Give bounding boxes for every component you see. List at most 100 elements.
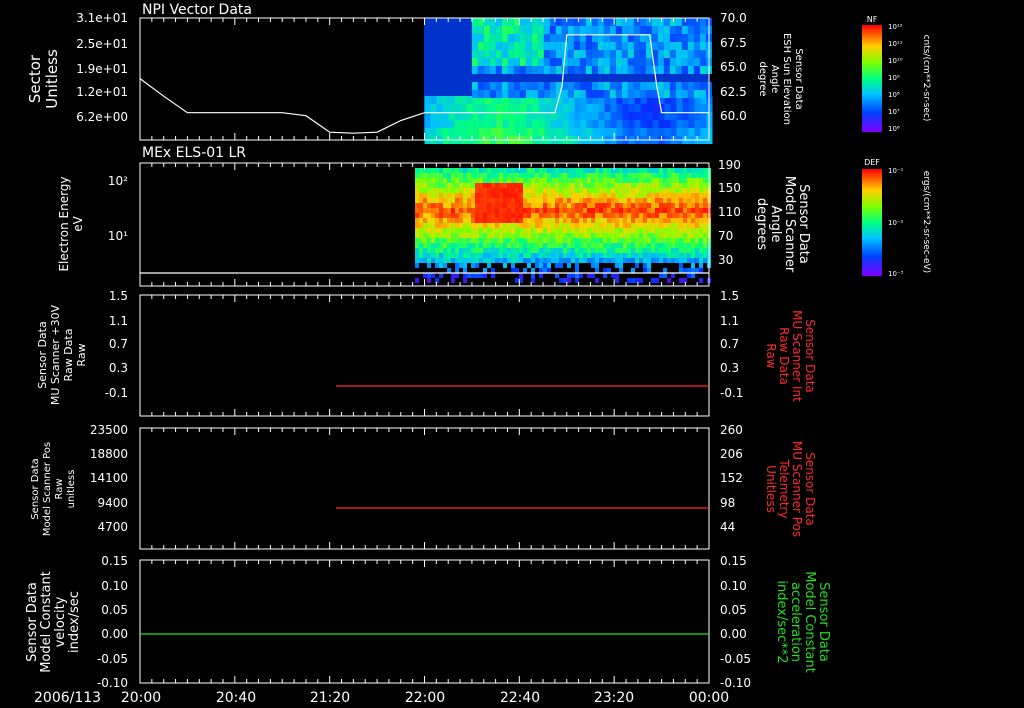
els-cell <box>703 258 708 263</box>
npi-cell <box>502 120 509 128</box>
npi-cell <box>471 90 478 98</box>
els-cell <box>631 233 636 238</box>
npi-cell <box>663 18 670 26</box>
npi-cell <box>693 82 700 90</box>
npi-cell <box>670 104 677 112</box>
npi-cell <box>567 42 574 50</box>
els-cell <box>595 248 600 253</box>
els-cell <box>499 208 504 213</box>
npi-colorbar-tick-2: 10¹⁰ <box>888 57 903 65</box>
els-cell <box>591 213 596 218</box>
els-cell <box>703 198 708 203</box>
els-cell <box>675 178 680 183</box>
els-cell <box>679 198 684 203</box>
els-cell <box>455 203 460 208</box>
npi-cell <box>597 66 604 74</box>
npi-cell <box>585 66 592 74</box>
els-cell <box>491 173 496 178</box>
els-cell <box>539 253 544 258</box>
els-cell <box>491 208 496 213</box>
els-cell <box>543 178 548 183</box>
els-cell <box>659 178 664 183</box>
els-cell <box>579 218 584 223</box>
els-cell <box>471 208 476 213</box>
els-cell <box>515 208 520 213</box>
els-colorbar-tick-0: 10⁻¹ <box>888 167 904 175</box>
els-cell <box>487 248 492 253</box>
els-cell <box>515 178 520 183</box>
els-cell <box>463 173 468 178</box>
npi-cell <box>555 66 562 74</box>
els-cell <box>539 183 544 188</box>
els-cell <box>599 253 604 258</box>
els-cell <box>483 188 488 193</box>
els-cell <box>667 253 672 258</box>
els-cell <box>651 198 656 203</box>
els-cell <box>695 228 700 233</box>
els-colorbar-tick-1: 10⁻² <box>888 219 904 227</box>
els-cell <box>503 248 508 253</box>
els-cell <box>463 228 468 233</box>
els-cell <box>447 208 452 213</box>
els-cell <box>671 208 676 213</box>
els-cell <box>415 173 420 178</box>
els-cell <box>647 248 652 253</box>
p5-minor-ticks <box>139 560 710 683</box>
npi-cell <box>592 112 599 120</box>
els-cell <box>459 193 464 198</box>
els-cell <box>479 258 484 263</box>
els-cell <box>579 243 584 248</box>
els-cell <box>675 228 680 233</box>
els-cell <box>543 193 548 198</box>
p3-left-label-1: MU Scanner +30V <box>49 304 62 405</box>
els-cell <box>627 243 632 248</box>
els-cell <box>683 208 688 213</box>
els-cell <box>519 273 524 278</box>
p3-left-tick-2: 0.7 <box>109 337 128 351</box>
els-cell <box>679 188 684 193</box>
npi-cell <box>519 34 526 42</box>
els-cell <box>587 188 592 193</box>
els-cell <box>595 193 600 198</box>
els-cell <box>583 223 588 228</box>
npi-cell <box>580 120 587 128</box>
npi-cell <box>699 58 706 66</box>
els-cell <box>603 198 608 203</box>
npi-cell <box>436 96 443 104</box>
els-cell <box>471 228 476 233</box>
els-cell <box>551 183 556 188</box>
els-cell <box>643 263 648 268</box>
els-cell <box>643 173 648 178</box>
npi-cell <box>477 90 484 98</box>
els-cell <box>467 273 472 278</box>
els-cell <box>611 213 616 218</box>
els-cell <box>467 183 472 188</box>
els-cell <box>599 178 604 183</box>
els-cell <box>507 208 512 213</box>
els-cell <box>647 168 652 173</box>
els-cell <box>655 228 660 233</box>
npi-cell <box>639 42 646 50</box>
els-cell <box>559 233 564 238</box>
els-cell <box>495 208 500 213</box>
npi-cell <box>489 90 496 98</box>
npi-right-tick-4: 60.0 <box>720 109 747 123</box>
els-cell <box>551 218 556 223</box>
npi-cell <box>663 90 670 98</box>
els-cell <box>599 228 604 233</box>
panel-els: MEx ELS-01 LR Electron Energy eV 10² 10¹… <box>57 145 931 287</box>
els-cell <box>555 238 560 243</box>
npi-cell <box>603 50 610 58</box>
els-cell <box>687 213 692 218</box>
els-cell <box>619 248 624 253</box>
els-cell <box>579 203 584 208</box>
els-cell <box>603 228 608 233</box>
els-cell <box>575 183 580 188</box>
npi-cell <box>633 90 640 98</box>
npi-cell <box>592 104 599 112</box>
els-cell <box>691 168 696 173</box>
els-cell <box>423 198 428 203</box>
els-cell <box>655 278 660 283</box>
els-cell <box>431 273 436 278</box>
npi-cell <box>579 18 586 26</box>
